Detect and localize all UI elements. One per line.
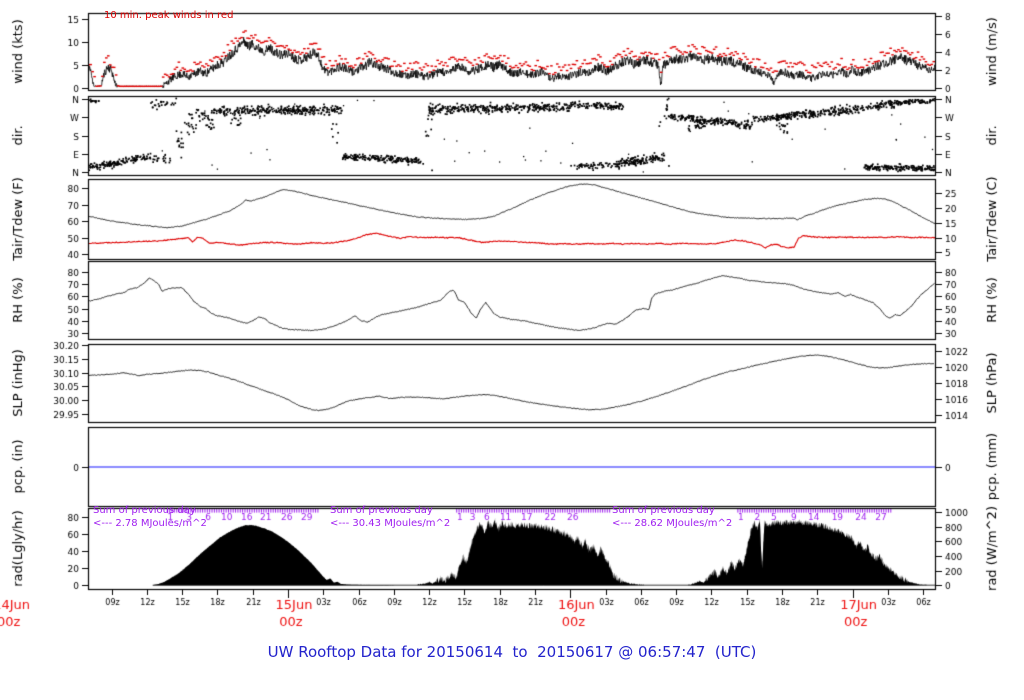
rad-sum-note-2-line1: Sum of previous day [330, 505, 433, 516]
multipanel-weather-chart [0, 0, 1024, 700]
chart-title: UW Rooftop Data for 20150614 to 20150617… [267, 643, 757, 661]
rad-sum-note-3-line1: Sum of previous day [612, 505, 715, 516]
rad-sum-note-3: Sum of previous day <--- 28.62 MJoules/m^… [612, 505, 732, 530]
weather-figure: 10 min. peak winds in red Sum of previou… [0, 0, 1024, 700]
rad-sum-note-1-line1: Sum of previous day [93, 505, 196, 516]
rad-sum-note-2: Sum of previous day <--- 30.43 MJoules/m^… [330, 505, 450, 530]
peak-winds-note: 10 min. peak winds in red [104, 10, 234, 21]
rad-sum-note-2-line2: <--- 30.43 MJoules/m^2 [330, 517, 451, 529]
rad-sum-note-1: Sum of previous day <--- 2.78 MJoules/m^2 [93, 505, 207, 530]
rad-sum-note-1-line2: <--- 2.78 MJoules/m^2 [93, 517, 207, 529]
rad-sum-note-3-line2: <--- 28.62 MJoules/m^2 [612, 517, 733, 529]
